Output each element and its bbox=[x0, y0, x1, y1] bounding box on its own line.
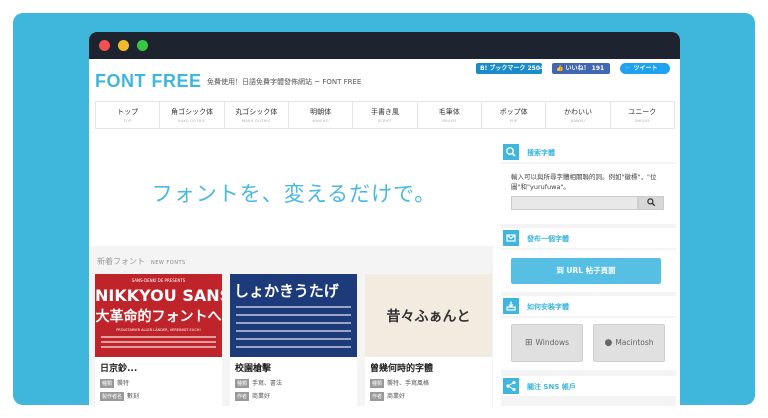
thumb-japanese: 大革命的フォントへ bbox=[95, 309, 222, 325]
thumb-small-text: PROLETARIER ALLER LÄNDER, VEREINIGT EUCH… bbox=[116, 328, 201, 332]
nav-item-mincho[interactable]: 明朝体 MINCHO bbox=[289, 102, 354, 128]
site-header: FONT FREE 免費使用！日語免費字體發佈網站 ~ FONT FREE B!… bbox=[89, 59, 680, 101]
nav-item-brush[interactable]: 毛筆体 BRUSH bbox=[418, 102, 482, 128]
font-type-row: 種類 手寫、書法 bbox=[235, 378, 282, 388]
minimize-window-button[interactable] bbox=[118, 40, 129, 51]
nav-item-maru-gothic[interactable]: 丸ゴシック体 MARU GOTHIC bbox=[225, 102, 289, 128]
font-author-row: 作者 商業好 bbox=[370, 391, 405, 401]
font-name[interactable]: 校園槍擊 bbox=[235, 361, 271, 374]
mac-label: Macintosh bbox=[615, 338, 654, 347]
search-icon bbox=[503, 144, 519, 160]
search-description: 輸入可以與所尋字體相關聯的詞。例如"徽標"，"位圖"和"yurufuwa"。 bbox=[511, 173, 657, 191]
windows-install-button[interactable]: ⊞ Windows bbox=[511, 324, 583, 362]
thumb-line bbox=[236, 346, 351, 348]
install-icon bbox=[503, 298, 519, 314]
nav-item-kaku-gothic[interactable]: 角ゴシック体 KAKU GOTHIC bbox=[160, 102, 225, 128]
tweet-button[interactable]: 🐦 ツイート bbox=[620, 63, 670, 74]
main-nav: トップ TOP 角ゴシック体 KAKU GOTHIC 丸ゴシック体 MARU GOTH… bbox=[95, 101, 675, 129]
install-widget-title: 如何安裝字體 bbox=[527, 303, 569, 311]
thumb-line bbox=[236, 322, 351, 324]
font-type-row: 種類 襲特 bbox=[100, 378, 129, 388]
font-thumbnail[interactable]: SANS-DENKI DE PRESENTS NIKKYOU SANS 大革命的… bbox=[95, 274, 222, 357]
nav-item-pop[interactable]: ポップ体 POP bbox=[482, 102, 547, 128]
nav-item-top[interactable]: トップ TOP bbox=[95, 102, 161, 128]
section-subtitle: NEW FONTS bbox=[151, 260, 186, 266]
tag-value: 襲特 bbox=[117, 380, 130, 387]
tag-value: 數刻 bbox=[127, 393, 140, 400]
tag-label: 種類 bbox=[235, 379, 250, 388]
windows-icon: ⊞ bbox=[524, 338, 533, 348]
new-fonts-section: 新着フォント NEW FONTS SANS-DENKI DE PRESENTS N… bbox=[89, 246, 493, 406]
sns-widget-header: 關注 SNS 帳戶 bbox=[501, 376, 676, 396]
thumb-title: しょかきうたげ bbox=[234, 282, 339, 300]
windows-label: Windows bbox=[535, 338, 570, 347]
font-card[interactable]: 昔々ふぁんと 曾幾何時的字體 種類 襲特、手寫風格 作者 商業好 bbox=[365, 274, 492, 406]
thumb-line bbox=[236, 306, 351, 308]
tag-label: 種類 bbox=[370, 379, 385, 388]
submit-url-button[interactable]: 到 URL 帖子頁面 bbox=[511, 258, 661, 284]
submit-widget-header: 發布一個字體 bbox=[501, 228, 676, 248]
install-widget-body: ⊞ Windows ● Macintosh bbox=[501, 318, 676, 370]
submit-widget-body: 到 URL 帖子頁面 bbox=[501, 250, 676, 292]
site-logo[interactable]: FONT FREE bbox=[95, 71, 202, 92]
sidebar: 搜索字體 輸入可以與所尋字體相關聯的詞。例如"徽標"，"位圖"和"yurufuw… bbox=[501, 142, 676, 406]
submit-widget-title: 發布一個字體 bbox=[527, 235, 569, 243]
font-card[interactable]: SANS-DENKI DE PRESENTS NIKKYOU SANS 大革命的… bbox=[95, 274, 222, 406]
install-widget-header: 如何安裝字體 bbox=[501, 296, 676, 316]
thumb-line bbox=[236, 338, 351, 340]
tag-label: 種類 bbox=[100, 379, 115, 388]
tag-label: 製作者名 bbox=[100, 392, 125, 401]
hero-text: フォントを、変えるだけで。 bbox=[151, 182, 437, 206]
search-submit-button[interactable] bbox=[638, 196, 664, 210]
thumb-line bbox=[236, 330, 351, 332]
search-widget-header: 搜索字體 bbox=[501, 142, 676, 162]
thumb-line bbox=[101, 346, 216, 348]
mail-icon bbox=[503, 230, 519, 246]
font-author-row: 製作者名 數刻 bbox=[100, 391, 139, 401]
font-name[interactable]: 日京鈔... bbox=[100, 361, 137, 374]
search-widget-body: 輸入可以與所尋字體相關聯的詞。例如"徽標"，"位圖"和"yurufuwa"。 bbox=[501, 164, 676, 224]
window-titlebar bbox=[89, 32, 680, 59]
apple-icon: ● bbox=[604, 338, 613, 348]
thumb-line bbox=[101, 341, 216, 343]
font-name[interactable]: 曾幾何時的字體 bbox=[370, 361, 433, 374]
sns-widget-title: 關注 SNS 帳戶 bbox=[527, 383, 576, 391]
magnifier-icon bbox=[647, 198, 656, 207]
nav-item-kawaii[interactable]: かわいい KAWAII bbox=[546, 102, 611, 128]
thumb-title: 昔々ふぁんと bbox=[386, 309, 471, 325]
thumb-title: NIKKYOU SANS bbox=[95, 286, 222, 305]
search-input[interactable] bbox=[511, 196, 638, 210]
maximize-window-button[interactable] bbox=[137, 40, 148, 51]
search-widget-title: 搜索字體 bbox=[527, 149, 555, 157]
facebook-like-button[interactable]: 👍 いいね！ 191 bbox=[552, 63, 610, 74]
hero-banner: フォントを、変えるだけで。 bbox=[95, 140, 493, 246]
site-tagline: 免費使用！日語免費字體發佈網站 ~ FONT FREE bbox=[207, 78, 362, 86]
mac-install-button[interactable]: ● Macintosh bbox=[593, 324, 665, 362]
tag-label: 作者 bbox=[370, 392, 385, 401]
nav-item-script[interactable]: 手書き風 SCRIPT bbox=[353, 102, 418, 128]
thumb-caption: SANS-DENKI DE PRESENTS bbox=[131, 278, 186, 283]
tag-value: 手寫、書法 bbox=[252, 380, 283, 387]
close-window-button[interactable] bbox=[99, 40, 110, 51]
page-frame: FONT FREE 免費使用！日語免費字體發佈網站 ~ FONT FREE B!… bbox=[0, 0, 768, 418]
tag-value: 商業好 bbox=[387, 393, 406, 400]
share-icon bbox=[503, 378, 519, 394]
section-title-label: 新着フォント bbox=[97, 257, 145, 266]
font-author-row: 作者 商業好 bbox=[235, 391, 270, 401]
tag-label: 作者 bbox=[235, 392, 250, 401]
font-card[interactable]: しょかきうたげ 校園槍擊 種類 手寫、書法 作者 商業好 bbox=[230, 274, 357, 406]
hatena-bookmark-button[interactable]: B! ブックマーク 2504 bbox=[476, 63, 544, 74]
thumb-line bbox=[236, 314, 351, 316]
font-thumbnail[interactable]: 昔々ふぁんと bbox=[365, 274, 492, 357]
thumb-line bbox=[101, 336, 216, 338]
tag-value: 襲特、手寫風格 bbox=[387, 380, 430, 387]
section-title: 新着フォント NEW FONTS bbox=[97, 256, 186, 267]
font-thumbnail[interactable]: しょかきうたげ bbox=[230, 274, 357, 357]
font-type-row: 種類 襲特、手寫風格 bbox=[370, 378, 429, 388]
nav-item-unique[interactable]: ユニーク UNIQUE bbox=[611, 102, 675, 128]
browser-window: FONT FREE 免費使用！日語免費字體發佈網站 ~ FONT FREE B!… bbox=[89, 32, 680, 406]
tag-value: 商業好 bbox=[252, 393, 271, 400]
